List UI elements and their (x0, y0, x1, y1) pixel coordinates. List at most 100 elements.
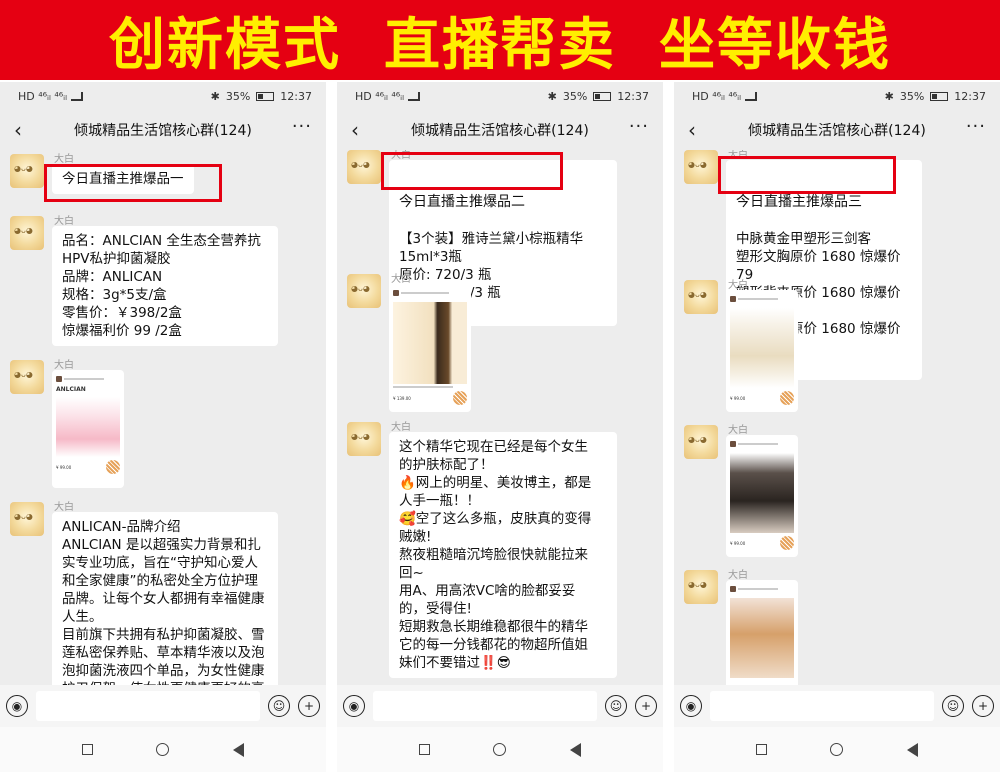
phone-screen-3: HD ⁴⁶ᵢₗ ⁴⁶ᵢₗ ✱ 35% 12:37 ‹ 倾城精品生活馆核心群(124)… (674, 82, 1000, 772)
clock: 12:37 (280, 89, 312, 103)
sender-name: 大白 (391, 422, 411, 433)
input-bar: ◉ ☺ + (337, 685, 663, 727)
avatar[interactable] (347, 274, 381, 308)
wifi-icon (70, 91, 83, 101)
avatar[interactable] (10, 154, 44, 188)
message: 大白 ¥ 99.00 (684, 425, 984, 557)
message-input[interactable] (373, 691, 597, 721)
nav-back-icon[interactable] (233, 742, 245, 757)
product-card[interactable]: ¥ 99.00 (726, 290, 798, 412)
product-card[interactable]: ¥ 139.00 (389, 284, 471, 412)
battery-percent: 35% (562, 89, 588, 103)
back-icon[interactable]: ‹ (14, 118, 22, 142)
qr-code-icon (780, 391, 794, 405)
sender-name: 大白 (728, 570, 748, 581)
bluetooth-icon: ✱ (210, 89, 220, 103)
home-icon[interactable] (156, 743, 170, 756)
wifi-icon (744, 91, 757, 101)
avatar[interactable] (347, 422, 381, 456)
status-bar: HD ⁴⁶ᵢₗ ⁴⁶ᵢₗ ✱ 35% 12:37 (0, 82, 326, 110)
chat-title: 倾城精品生活馆核心群(124) (748, 123, 926, 139)
card-brand: ANLCIAN (56, 386, 86, 393)
status-bar: HD ⁴⁶ᵢₗ ⁴⁶ᵢₗ ✱ 35% 12:37 (674, 82, 1000, 110)
more-icon[interactable]: ··· (292, 116, 312, 137)
highlight-box (381, 152, 563, 190)
input-bar: ◉ ☺ + (0, 685, 326, 727)
voice-icon[interactable]: ◉ (343, 695, 365, 717)
wifi-icon (407, 91, 420, 101)
bubble-headline: 今日直播主推爆品三 (736, 194, 862, 210)
message-list[interactable]: 大白 今日直播主推爆品一 大白 品名：ANLCIAN 全生态全营养抗 HPV私护… (0, 150, 326, 685)
back-icon[interactable]: ‹ (351, 118, 359, 142)
message-bubble[interactable]: 品名：ANLCIAN 全生态全营养抗 HPV私护抑菌凝胶 品牌：ANLICAN … (52, 226, 278, 346)
plus-icon[interactable]: + (298, 695, 320, 717)
recents-icon[interactable] (418, 744, 430, 755)
sender-name: 大白 (54, 502, 74, 513)
nav-back-icon[interactable] (907, 742, 919, 757)
system-nav-bar (0, 727, 326, 772)
recents-icon[interactable] (81, 744, 93, 755)
plus-icon[interactable]: + (635, 695, 657, 717)
status-bar: HD ⁴⁶ᵢₗ ⁴⁶ᵢₗ ✱ 35% 12:37 (337, 82, 663, 110)
clock: 12:37 (954, 89, 986, 103)
message: 大白 这个精华它现在已经是每个女生 的护肤标配了！ 🔥网上的明星、美妆博主，都是… (347, 422, 647, 685)
more-icon[interactable]: ··· (629, 116, 649, 137)
emoji-icon[interactable]: ☺ (605, 695, 627, 717)
bluetooth-icon: ✱ (547, 89, 557, 103)
emoji-icon[interactable]: ☺ (268, 695, 290, 717)
shop-avatar (730, 296, 736, 302)
card-price: ¥ 139.00 (393, 395, 411, 401)
message-list[interactable]: 大白 今日直播主推爆品二 【3个装】雅诗兰黛小棕瓶精华 15ml*3瓶 原价: … (337, 150, 663, 685)
voice-icon[interactable]: ◉ (6, 695, 28, 717)
message: 大白 ¥ 139.00 (347, 274, 647, 414)
sender-name: 大白 (54, 154, 74, 165)
nav-back-icon[interactable] (570, 742, 582, 757)
home-icon[interactable] (493, 743, 507, 756)
more-icon[interactable]: ··· (966, 116, 986, 137)
message-bubble[interactable]: 这个精华它现在已经是每个女生 的护肤标配了！ 🔥网上的明星、美妆博主，都是 人手… (389, 432, 617, 678)
message: 大白 ANLICAN-品牌介绍 ANLCIAN 是以超强实力背景和扎 实专业功底… (10, 502, 310, 685)
emoji-icon[interactable]: ☺ (942, 695, 964, 717)
avatar[interactable] (10, 216, 44, 250)
avatar[interactable] (684, 425, 718, 459)
product-card[interactable]: ANLCIAN ¥ 99.00 (52, 370, 124, 488)
card-price: ¥ 99.00 (56, 464, 72, 470)
message-input[interactable] (710, 691, 934, 721)
sender-name: 大白 (54, 360, 74, 371)
product-card[interactable]: ¥ 99.00 (726, 435, 798, 557)
message: 大白 ¥ 99.00 (684, 280, 984, 412)
bluetooth-icon: ✱ (884, 89, 894, 103)
avatar[interactable] (684, 280, 718, 314)
shop-avatar (730, 441, 736, 447)
chat-header: ‹ 倾城精品生活馆核心群(124) ··· (0, 110, 326, 150)
phone-screen-2: HD ⁴⁶ᵢₗ ⁴⁶ᵢₗ ✱ 35% 12:37 ‹ 倾城精品生活馆核心群(124)… (337, 82, 663, 772)
avatar[interactable] (10, 360, 44, 394)
chat-header: ‹ 倾城精品生活馆核心群(124) ··· (337, 110, 663, 150)
highlight-box (44, 164, 222, 202)
battery-percent: 35% (225, 89, 251, 103)
battery-percent: 35% (899, 89, 925, 103)
clock: 12:37 (617, 89, 649, 103)
message: 大白 ANLCIAN ¥ 99.00 (10, 360, 310, 490)
message-list[interactable]: 大白 今日直播主推爆品三 中脉黄金甲塑形三剑客 塑形文胸原价 1680 惊爆价 … (674, 150, 1000, 685)
product-image (393, 302, 467, 384)
chat-title: 倾城精品生活馆核心群(124) (74, 123, 252, 139)
back-icon[interactable]: ‹ (688, 118, 696, 142)
home-icon[interactable] (830, 743, 844, 756)
product-card[interactable] (726, 580, 798, 685)
avatar[interactable] (684, 150, 718, 184)
recents-icon[interactable] (755, 744, 767, 755)
message-bubble[interactable]: ANLICAN-品牌介绍 ANLCIAN 是以超强实力背景和扎 实专业功底，旨在… (52, 512, 278, 685)
qr-code-icon (106, 460, 120, 474)
banner-title: 创新模式 直播帮卖 坐等收钱 (109, 12, 891, 78)
promo-banner: 创新模式 直播帮卖 坐等收钱 (0, 0, 1000, 80)
plus-icon[interactable]: + (972, 695, 994, 717)
avatar[interactable] (684, 570, 718, 604)
voice-icon[interactable]: ◉ (680, 695, 702, 717)
message-input[interactable] (36, 691, 260, 721)
avatar[interactable] (347, 150, 381, 184)
highlight-box (718, 156, 896, 194)
avatar[interactable] (10, 502, 44, 536)
message: 大白 品名：ANLCIAN 全生态全营养抗 HPV私护抑菌凝胶 品牌：ANLIC… (10, 216, 310, 346)
qr-code-icon (453, 391, 467, 405)
